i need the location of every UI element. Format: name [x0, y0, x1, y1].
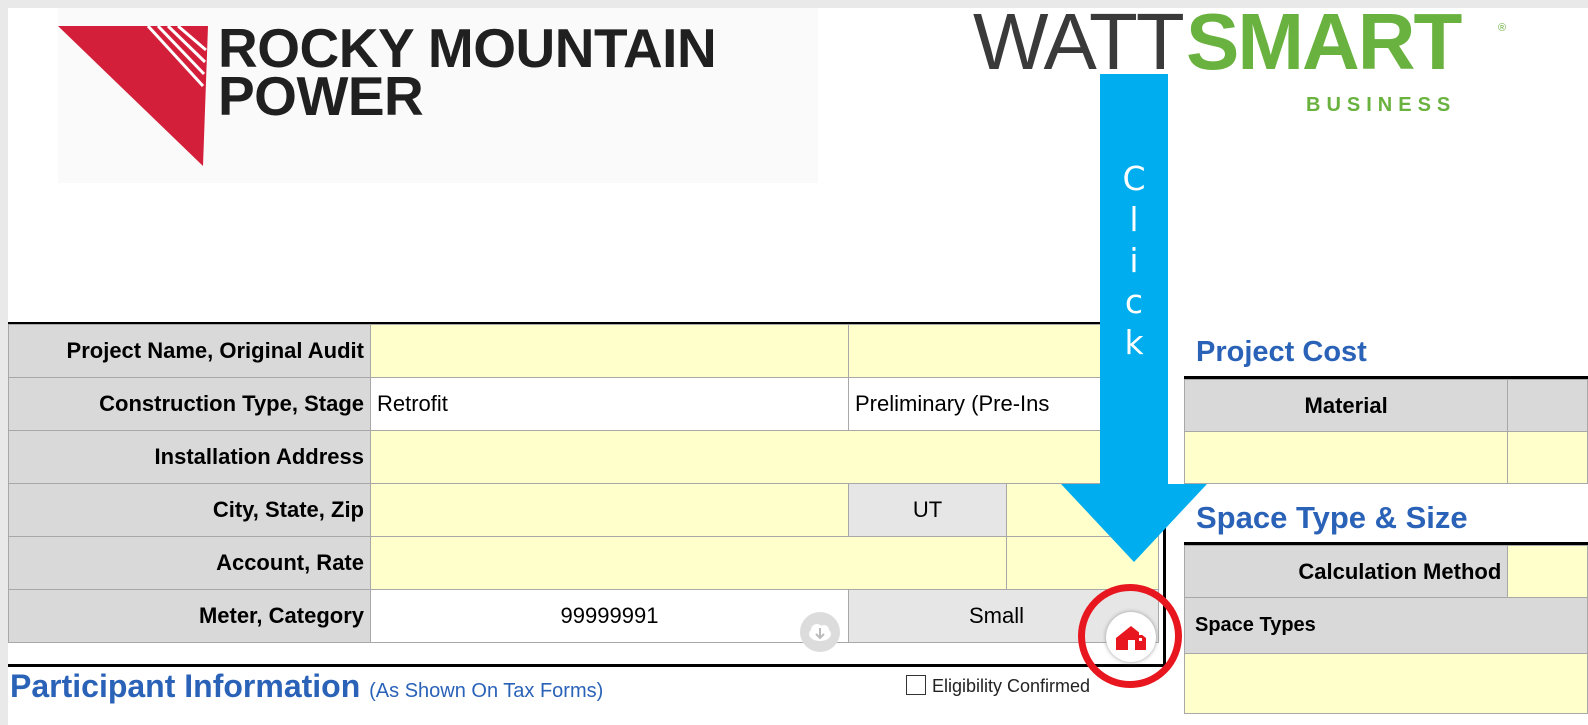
label-installation-address: Installation Address [8, 430, 371, 484]
form-row-address: Installation Address [8, 430, 1159, 484]
input-city[interactable] [370, 483, 849, 537]
rmp-line2: POWER [218, 65, 424, 127]
space-types-input-row [1184, 653, 1588, 714]
input-meter[interactable]: 99999991 [370, 589, 849, 643]
select-calc-method[interactable] [1507, 545, 1588, 598]
select-state[interactable]: UT [848, 483, 1007, 537]
form-row-account: Account, Rate [8, 536, 1159, 590]
cost-header-2 [1507, 379, 1588, 432]
space-types-row: Space Types [1184, 597, 1588, 654]
project-form-table: Project Name, Original Audit Constructio… [8, 324, 1159, 643]
form-row-construction: Construction Type, Stage Retrofit Prelim… [8, 377, 1159, 431]
calc-method-row: Calculation Method [1183, 545, 1588, 598]
click-arrow-head [1061, 484, 1207, 562]
input-installation-address[interactable] [370, 430, 1159, 484]
cloud-download-icon[interactable] [800, 612, 840, 652]
project-cost-heading: Project Cost [1196, 336, 1367, 368]
label-account-rate: Account, Rate [8, 536, 371, 590]
form-row-meter: Meter, Category 99999991 Small [8, 589, 1159, 643]
wattsmart-smart-text: SMART [1186, 8, 1462, 86]
wattsmart-business-text: BUSINESS [1306, 94, 1457, 116]
label-construction-type: Construction Type, Stage [8, 377, 371, 431]
eligibility-label: Eligibility Confirmed [932, 676, 1091, 696]
highlight-circle [1078, 584, 1182, 688]
arrow-letter-k: k [1124, 323, 1144, 362]
form-bottom-border [8, 664, 1168, 667]
arrow-letter-c2: c [1124, 282, 1144, 321]
label-meter-category: Meter, Category [8, 589, 371, 643]
material-header: Material [1183, 379, 1509, 432]
label-project-name: Project Name, Original Audit [8, 324, 371, 378]
label-city-state-zip: City, State, Zip [8, 483, 371, 537]
participant-info-note: (As Shown On Tax Forms) [369, 680, 604, 702]
click-arrow-text: C l i c k [1100, 158, 1168, 363]
spreadsheet-canvas: ROCKY MOUNTAIN POWER WATT SMART ® BUSINE… [8, 8, 1588, 725]
select-construction-type[interactable]: Retrofit [370, 377, 849, 431]
participant-info-title: Participant Information [10, 668, 361, 704]
wattsmart-watt-text: WATT [973, 8, 1185, 86]
cloud-download-glyph [809, 624, 831, 641]
arrow-letter-c: C [1122, 159, 1146, 198]
arrow-letter-i: i [1129, 241, 1139, 280]
wattsmart-registered-mark: ® [1498, 22, 1507, 34]
rmp-triangle-icon [58, 26, 208, 166]
space-type-heading: Space Type & Size [1196, 500, 1468, 535]
input-space-types[interactable] [1184, 653, 1588, 714]
participant-info-heading: Participant Information (As Shown On Tax… [10, 668, 603, 705]
input-account[interactable] [370, 536, 1007, 590]
project-cost-input-row [1183, 431, 1588, 484]
input-project-name[interactable] [370, 324, 849, 378]
form-row-project-name: Project Name, Original Audit [8, 324, 1159, 378]
calc-method-label: Calculation Method [1183, 545, 1509, 598]
input-material-cost[interactable] [1183, 431, 1509, 484]
space-types-label: Space Types [1184, 597, 1588, 654]
space-type-table: Calculation Method Space Types [1183, 545, 1588, 714]
form-row-city: City, State, Zip UT [8, 483, 1159, 537]
input-cost-2[interactable] [1507, 431, 1588, 484]
project-cost-table: Material [1183, 379, 1588, 484]
arrow-letter-l: l [1129, 200, 1139, 239]
project-cost-header-row: Material [1183, 379, 1588, 432]
rmp-wordmark: ROCKY MOUNTAIN POWER [218, 21, 717, 127]
eligibility-checkbox[interactable] [906, 675, 926, 695]
